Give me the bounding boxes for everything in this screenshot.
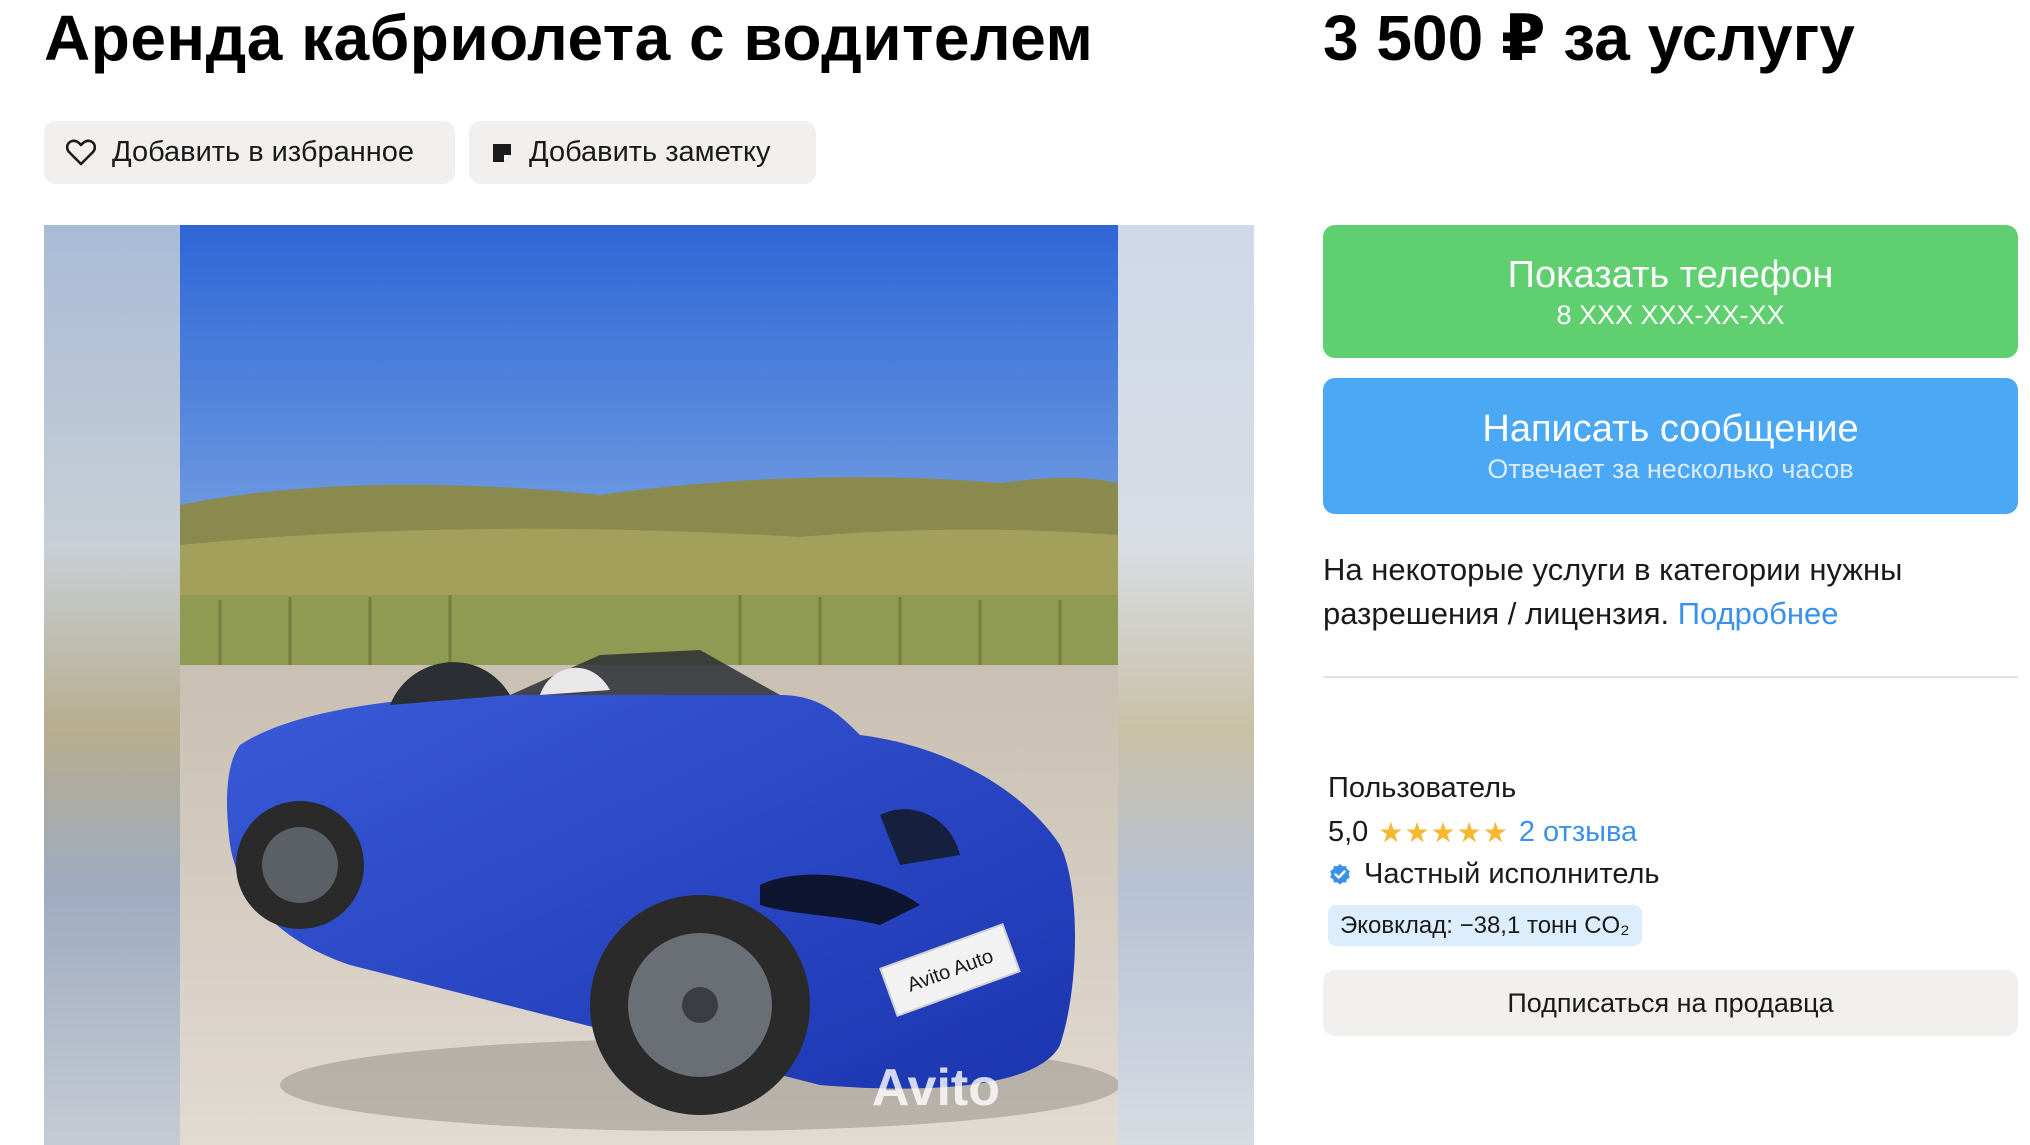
star-icon: ★ bbox=[1482, 817, 1509, 848]
show-phone-button[interactable]: Показать телефон 8 XXX XXX-XX-XX bbox=[1323, 225, 2018, 358]
star-icon: ★ bbox=[1378, 817, 1405, 848]
photo-gallery[interactable]: Avito Auto Avito bbox=[44, 225, 1254, 1145]
reviews-link[interactable]: 2 отзыва bbox=[1519, 816, 1637, 849]
add-to-favorites-button[interactable]: Добавить в избранное bbox=[44, 121, 455, 184]
star-icon: ★ bbox=[1456, 817, 1483, 848]
write-message-label: Написать сообщение bbox=[1482, 408, 1859, 450]
write-message-button[interactable]: Написать сообщение Отвечает за несколько… bbox=[1323, 378, 2018, 514]
star-icon: ★ bbox=[1430, 817, 1457, 848]
seller-type-label: Частный исполнитель bbox=[1364, 858, 1660, 890]
response-time: Отвечает за несколько часов bbox=[1487, 454, 1854, 484]
rating-stars: ★★★★★ bbox=[1378, 816, 1509, 849]
verified-check-icon bbox=[1330, 863, 1350, 885]
seller-name[interactable]: Пользователь bbox=[1328, 772, 1516, 805]
seller-rating: 5,0 ★★★★★ 2 отзыва bbox=[1328, 816, 1637, 849]
seller-type: Частный исполнитель bbox=[1328, 858, 1660, 891]
main-photo[interactable]: Avito Auto Avito bbox=[180, 225, 1118, 1145]
eco-badge[interactable]: Эковклад: −38,1 тонн CO₂ bbox=[1328, 905, 1642, 946]
add-note-label: Добавить заметку bbox=[529, 136, 771, 168]
add-note-button[interactable]: Добавить заметку bbox=[469, 121, 816, 184]
rating-value: 5,0 bbox=[1328, 816, 1369, 848]
heart-outline-icon bbox=[66, 139, 96, 166]
listing-price: 3 500 ₽ за услугу bbox=[1323, 2, 1855, 74]
avito-watermark: Avito bbox=[872, 1059, 1000, 1117]
listing-title: Аренда кабриолета с водителем bbox=[44, 2, 1094, 74]
license-more-link[interactable]: Подробнее bbox=[1678, 596, 1839, 631]
phone-masked: 8 XXX XXX-XX-XX bbox=[1556, 299, 1785, 330]
show-phone-label: Показать телефон bbox=[1507, 253, 1834, 296]
subscribe-button[interactable]: Подписаться на продавца bbox=[1323, 970, 2018, 1036]
license-notice: На некоторые услуги в категории нужны ра… bbox=[1323, 548, 2003, 636]
note-icon bbox=[493, 143, 511, 162]
gallery-blur-left bbox=[44, 225, 180, 1145]
gallery-blur-right bbox=[1118, 225, 1254, 1145]
add-to-favorites-label: Добавить в избранное bbox=[112, 136, 415, 168]
star-icon: ★ bbox=[1404, 817, 1431, 848]
divider bbox=[1323, 676, 2018, 678]
